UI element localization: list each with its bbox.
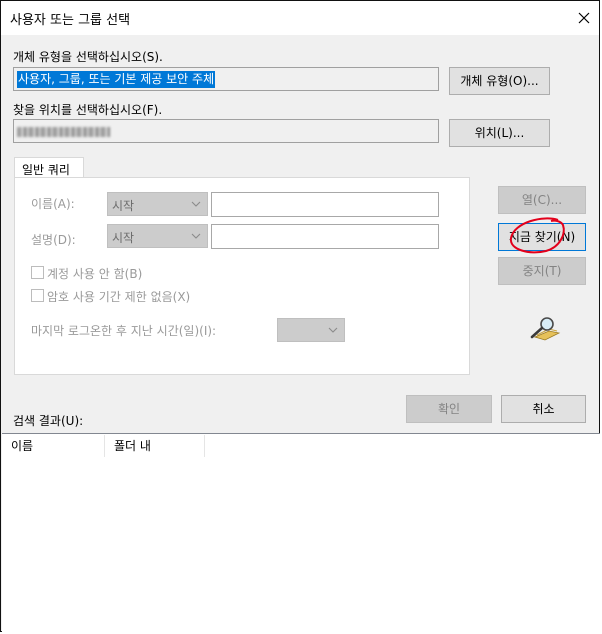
name-mode-value: 시작 <box>112 199 135 213</box>
ok-button[interactable]: 확인 <box>406 395 492 423</box>
description-mode-value: 시작 <box>112 231 135 245</box>
last-logon-label: 마지막 로그온한 후 지난 시간(일)(I): <box>31 324 217 338</box>
name-mode-select[interactable]: 시작 <box>107 192 208 216</box>
description-input[interactable] <box>211 224 439 249</box>
column-header-in-folder[interactable]: 폴더 내 <box>105 434 205 458</box>
tab-common-queries[interactable]: 일반 쿼리 <box>14 157 84 178</box>
search-results-label: 검색 결과(U): <box>13 414 84 428</box>
stop-button[interactable]: 중지(T) <box>498 257 586 285</box>
search-results-list[interactable]: 이름 폴더 내 <box>2 433 600 633</box>
disabled-accounts-label: 계정 사용 안 함(B) <box>47 267 143 281</box>
location-value-redacted <box>17 127 110 137</box>
find-now-button[interactable]: 지금 찾기(N) <box>498 223 586 251</box>
name-label: 이름(A): <box>31 197 75 211</box>
object-type-field[interactable]: 사용자, 그룹, 또는 기본 제공 보안 주체 <box>13 67 439 91</box>
column-header-name[interactable]: 이름 <box>2 434 104 458</box>
non-expiring-password-label: 암호 사용 기간 제한 없음(X) <box>47 290 191 304</box>
non-expiring-password-checkbox[interactable] <box>31 289 44 302</box>
name-input[interactable] <box>211 192 439 217</box>
chevron-down-icon <box>191 201 201 207</box>
select-users-or-groups-dialog: 사용자 또는 그룹 선택 개체 유형을 선택하십시오(S). 사용자, 그룹, … <box>0 0 600 633</box>
columns-button[interactable]: 열(C)... <box>498 186 586 214</box>
column-divider[interactable] <box>204 435 205 457</box>
close-button[interactable] <box>572 6 596 30</box>
object-type-value: 사용자, 그룹, 또는 기본 제공 보안 주체 <box>17 71 216 88</box>
close-icon <box>578 12 590 24</box>
search-icon <box>530 317 561 341</box>
last-logon-select[interactable] <box>277 318 345 342</box>
chevron-down-icon <box>328 327 338 333</box>
common-queries-panel: 이름(A): 시작 설명(D): 시작 계정 사용 안 함(B) 암호 사용 기… <box>14 177 470 375</box>
location-field[interactable] <box>13 119 439 143</box>
disabled-accounts-checkbox[interactable] <box>31 266 44 279</box>
object-types-button[interactable]: 개체 유형(O)... <box>449 67 550 95</box>
description-mode-select[interactable]: 시작 <box>107 224 208 248</box>
description-label: 설명(D): <box>31 233 76 247</box>
object-type-label: 개체 유형을 선택하십시오(S). <box>13 50 163 64</box>
cancel-button[interactable]: 취소 <box>501 395 586 423</box>
tab-common-queries-label: 일반 쿼리 <box>22 163 70 177</box>
chevron-down-icon <box>191 233 201 239</box>
location-label: 찾을 위치를 선택하십시오(F). <box>13 103 163 117</box>
dialog-title: 사용자 또는 그룹 선택 <box>10 13 131 28</box>
locations-button[interactable]: 위치(L)... <box>449 119 550 147</box>
title-bar: 사용자 또는 그룹 선택 <box>1 1 599 35</box>
